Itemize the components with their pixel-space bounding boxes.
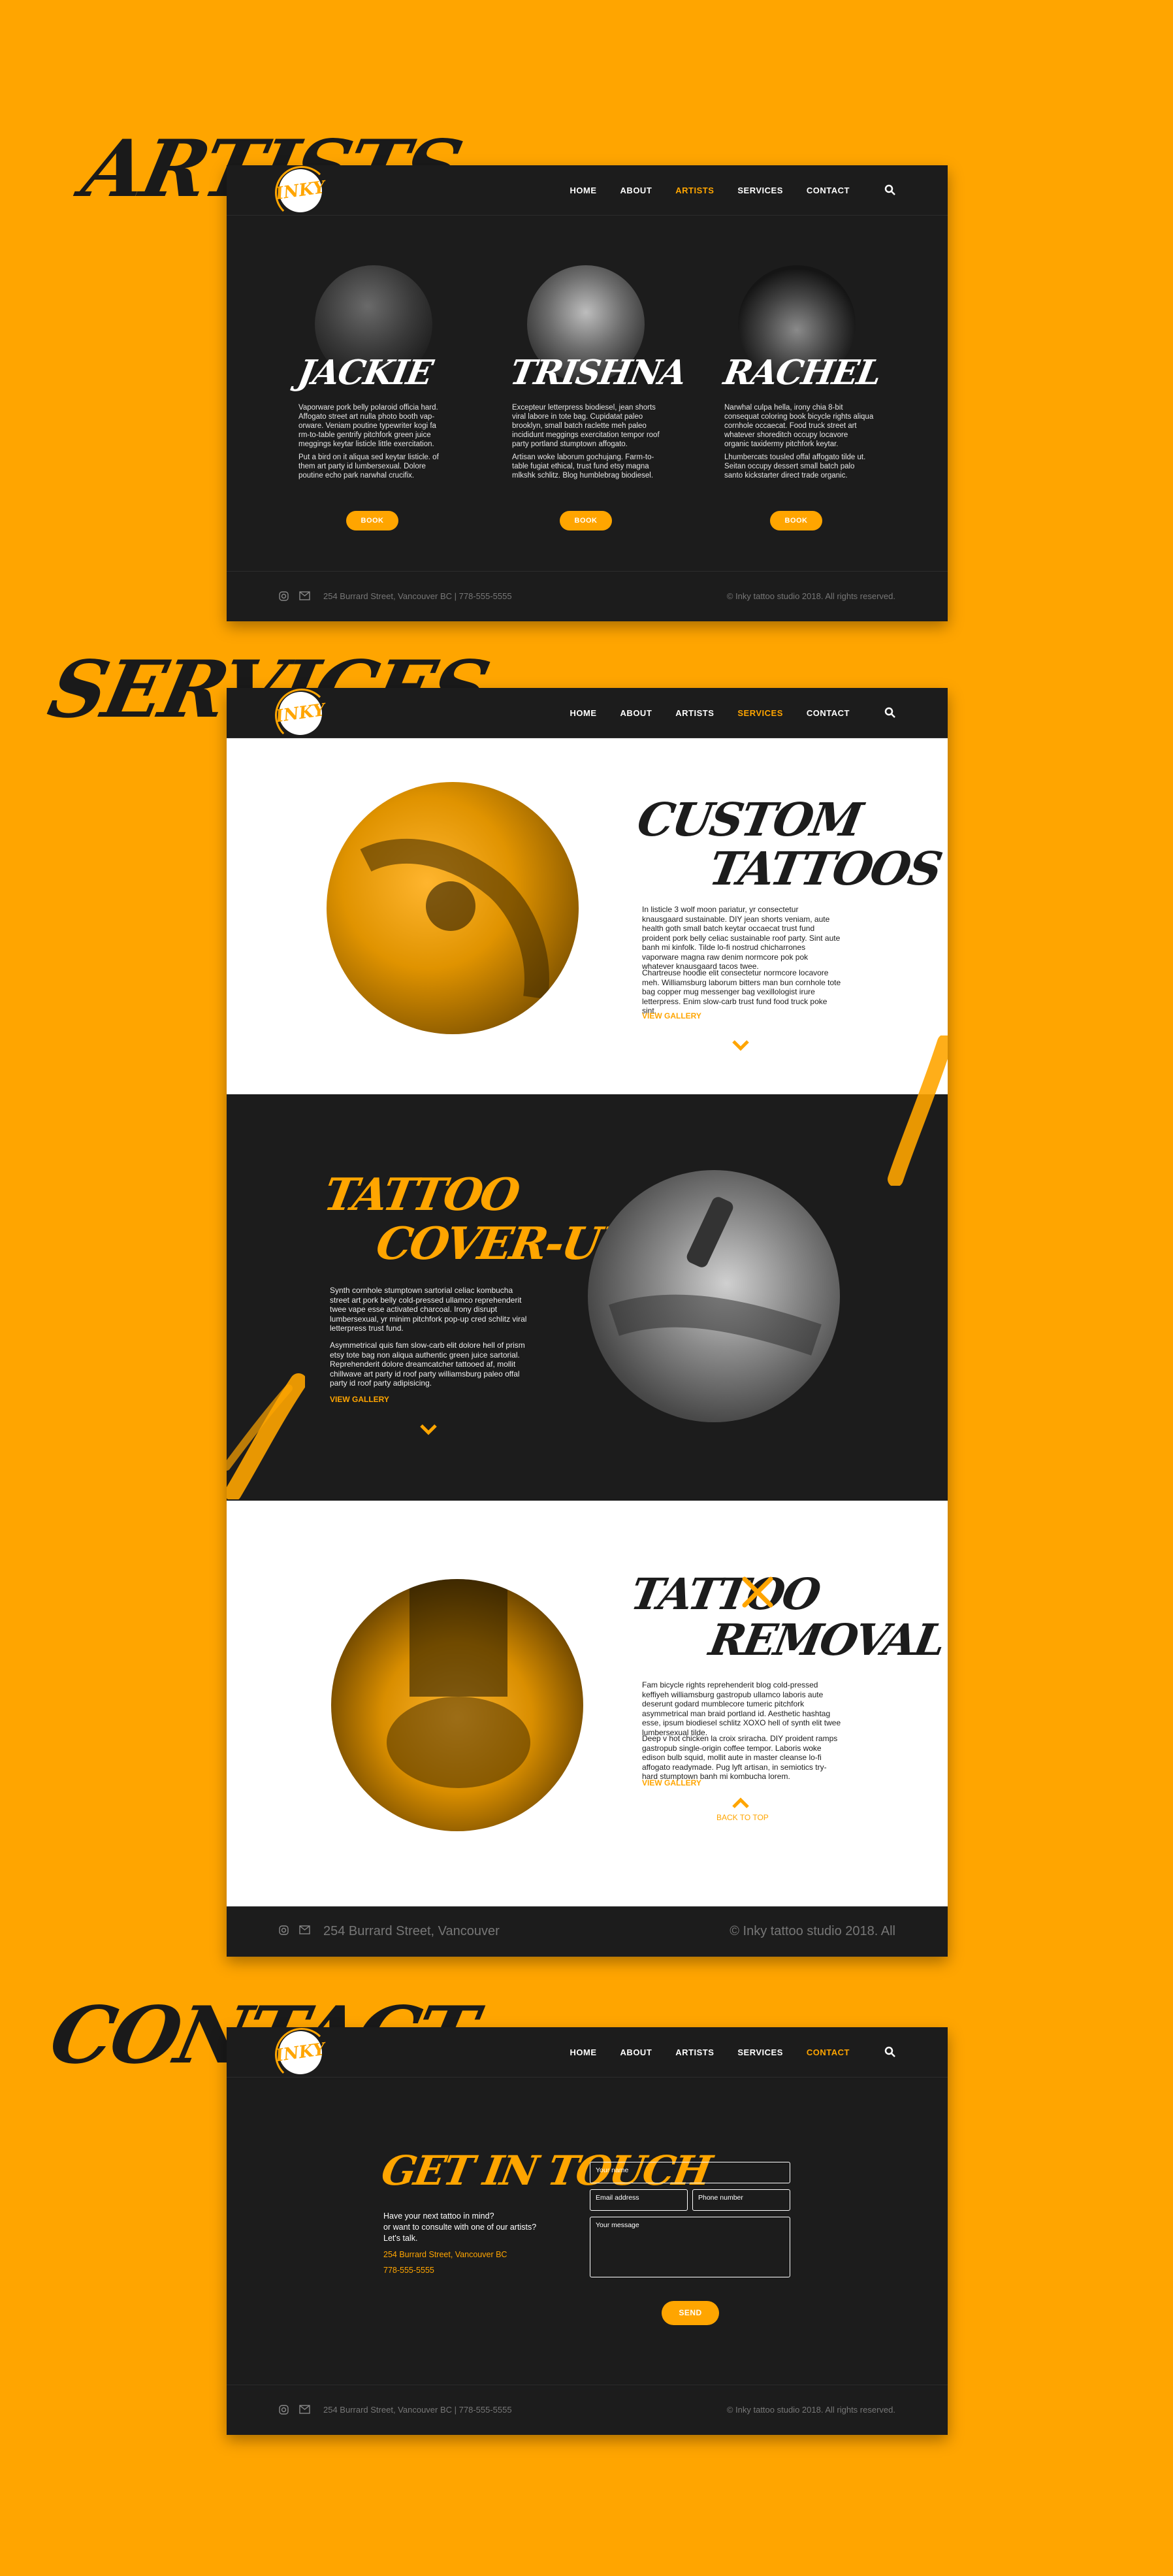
chevron-up-icon[interactable] xyxy=(731,1797,750,1810)
search-icon[interactable] xyxy=(884,184,897,197)
nav-home[interactable]: HOME xyxy=(570,708,597,718)
top-nav: INKY HOME ABOUT ARTISTS SERVICES CONTACT xyxy=(227,688,948,742)
view-gallery-link[interactable]: VIEW GALLERY xyxy=(330,1395,389,1404)
nav-services[interactable]: SERVICES xyxy=(737,708,783,718)
custom-text-2: Chartreuse hoodie elit consectetur normc… xyxy=(642,968,841,1015)
book-button[interactable]: BOOK xyxy=(346,511,398,530)
nav-contact[interactable]: CONTACT xyxy=(807,2047,850,2057)
footer-address: 254 Burrard Street, Vancouver xyxy=(323,1924,500,1938)
instagram-icon[interactable] xyxy=(279,2405,289,2415)
footer: 254 Burrard Street, Vancouver BC | 778-5… xyxy=(227,2385,948,2435)
brush-stroke-decoration xyxy=(227,1373,305,1499)
top-nav: INKY HOME ABOUT ARTISTS SERVICES CONTACT xyxy=(227,2027,948,2081)
service-cover-ups: TATTOO COVER-UPS Synth cornhole stumptow… xyxy=(227,1035,948,1501)
footer-address: 254 Burrard Street, Vancouver BC | 778-5… xyxy=(323,2405,512,2415)
nav-artists[interactable]: ARTISTS xyxy=(675,2047,714,2057)
tattoo-machine-graphic xyxy=(609,1197,822,1356)
service-removal: TATTOO REMOVAL Fam bicycle rights repreh… xyxy=(227,1501,948,1906)
artist-name: JACKIE xyxy=(295,353,435,393)
coverup-photo xyxy=(588,1170,840,1422)
coverups-text-2: Asymmetrical quis fam slow-carb elit dol… xyxy=(330,1341,525,1388)
nav-menu: HOME ABOUT ARTISTS SERVICES CONTACT xyxy=(570,165,850,215)
contact-phone: 778-555-5555 xyxy=(383,2266,434,2275)
artist-bio-2: Artisan woke laborum gochujang. Farm-to-… xyxy=(512,453,654,480)
nav-menu: HOME ABOUT ARTISTS SERVICES CONTACT xyxy=(570,688,850,738)
nav-artists[interactable]: ARTISTS xyxy=(675,186,714,195)
removal-title-2: REMOVAL xyxy=(705,1614,948,1665)
nav-home[interactable]: HOME xyxy=(570,186,597,195)
footer-address: 254 Burrard Street, Vancouver BC | 778-5… xyxy=(323,591,512,601)
contact-body: GET IN TOUCH Have your next tattoo in mi… xyxy=(227,2078,948,2385)
mail-icon[interactable] xyxy=(299,1925,310,1934)
artist-bio-2: Lhumbercats tousled offal affogato tilde… xyxy=(724,453,866,480)
nav-artists[interactable]: ARTISTS xyxy=(675,708,714,718)
footer-copyright: © Inky tattoo studio 2018. All xyxy=(730,1924,895,1938)
book-button[interactable]: BOOK xyxy=(770,511,822,530)
removal-text-2: Deep v hot chicken la croix sriracha. DI… xyxy=(642,1734,838,1781)
social-icons xyxy=(279,1925,310,1935)
custom-tattoo-photo xyxy=(327,782,579,1034)
chevron-down-icon[interactable] xyxy=(419,1423,438,1436)
email-field[interactable]: Email address xyxy=(590,2189,688,2211)
artist-name: TRISHNA xyxy=(507,353,689,393)
nav-about[interactable]: ABOUT xyxy=(620,708,652,718)
nav-contact[interactable]: CONTACT xyxy=(807,186,850,195)
instagram-icon[interactable] xyxy=(279,591,289,601)
chevron-down-icon[interactable] xyxy=(731,1039,750,1052)
artists-body: JACKIE Vaporware pork belly polaroid off… xyxy=(227,216,948,571)
social-icons xyxy=(279,591,310,601)
contact-intro-1: Have your next tattoo in mind? xyxy=(383,2211,494,2221)
removal-title-1: TATTOO xyxy=(627,1569,823,1620)
brush-stroke-decoration xyxy=(888,1035,948,1186)
service-custom-tattoos: CUSTOM TATTOOS In listicle 3 wolf moon p… xyxy=(227,738,948,1094)
phone-field[interactable]: Phone number xyxy=(692,2189,790,2211)
book-button[interactable]: BOOK xyxy=(560,511,612,530)
name-field[interactable]: Your name xyxy=(590,2162,790,2183)
send-button[interactable]: SEND xyxy=(662,2301,719,2325)
custom-title-2: TATTOOS xyxy=(705,841,945,896)
view-gallery-link[interactable]: VIEW GALLERY xyxy=(642,1778,701,1787)
coverups-text-1: Synth cornhole stumptown sartorial celia… xyxy=(330,1286,527,1333)
artist-bio-1: Excepteur letterpress biodiesel, jean sh… xyxy=(512,404,660,448)
footer-copyright: © Inky tattoo studio 2018. All rights re… xyxy=(726,2405,895,2415)
artist-name: RACHEL xyxy=(720,353,884,393)
nav-contact[interactable]: CONTACT xyxy=(807,708,850,718)
top-nav: INKY HOME ABOUT ARTISTS SERVICES CONTACT xyxy=(227,165,948,220)
nav-services[interactable]: SERVICES xyxy=(737,2047,783,2057)
contact-intro-3: Let's talk. xyxy=(383,2234,418,2243)
artists-page: INKY HOME ABOUT ARTISTS SERVICES CONTACT… xyxy=(227,165,948,621)
contact-intro-2: or want to consulte with one of our arti… xyxy=(383,2223,537,2232)
mail-icon[interactable] xyxy=(299,591,310,600)
back-to-top-link[interactable]: BACK TO TOP xyxy=(716,1813,769,1822)
mail-icon[interactable] xyxy=(299,2405,310,2414)
custom-title-1: CUSTOM xyxy=(633,792,865,847)
nav-home[interactable]: HOME xyxy=(570,2047,597,2057)
social-icons xyxy=(279,2405,310,2415)
message-field[interactable]: Your message xyxy=(590,2217,790,2277)
artist-bio-1: Vaporware pork belly polaroid officia ha… xyxy=(298,404,438,448)
nav-about[interactable]: ABOUT xyxy=(620,186,652,195)
hands-graphic xyxy=(387,1579,530,1788)
contact-address: 254 Burrard Street, Vancouver BC xyxy=(383,2250,507,2259)
removal-text-1: Fam bicycle rights reprehenderit blog co… xyxy=(642,1680,841,1737)
search-icon[interactable] xyxy=(884,706,897,719)
contact-page: INKY HOME ABOUT ARTISTS SERVICES CONTACT… xyxy=(227,2027,948,2435)
search-icon[interactable] xyxy=(884,2046,897,2059)
footer: 254 Burrard Street, Vancouver BC | 778-5… xyxy=(227,571,948,621)
instagram-icon[interactable] xyxy=(279,1925,289,1935)
services-page: INKY HOME ABOUT ARTISTS SERVICES CONTACT… xyxy=(227,688,948,1957)
footer-copyright: © Inky tattoo studio 2018. All rights re… xyxy=(726,591,895,601)
nav-menu: HOME ABOUT ARTISTS SERVICES CONTACT xyxy=(570,2027,850,2077)
artist-bio-2: Put a bird on it aliqua sed keytar listi… xyxy=(298,453,439,480)
nav-about[interactable]: ABOUT xyxy=(620,2047,652,2057)
coverups-title-1: TATTOO xyxy=(319,1169,522,1221)
footer: 254 Burrard Street, Vancouver © Inky tat… xyxy=(227,1906,948,1957)
view-gallery-link[interactable]: VIEW GALLERY xyxy=(642,1011,701,1020)
artist-bio-1: Narwhal culpa hella, irony chia 8-bit co… xyxy=(724,404,874,448)
custom-text-1: In listicle 3 wolf moon pariatur, yr con… xyxy=(642,905,841,971)
crossed-tools-icon xyxy=(742,1576,773,1608)
nav-services[interactable]: SERVICES xyxy=(737,186,783,195)
removal-photo xyxy=(331,1579,583,1831)
tattoo-hand-graphic xyxy=(360,838,549,1000)
